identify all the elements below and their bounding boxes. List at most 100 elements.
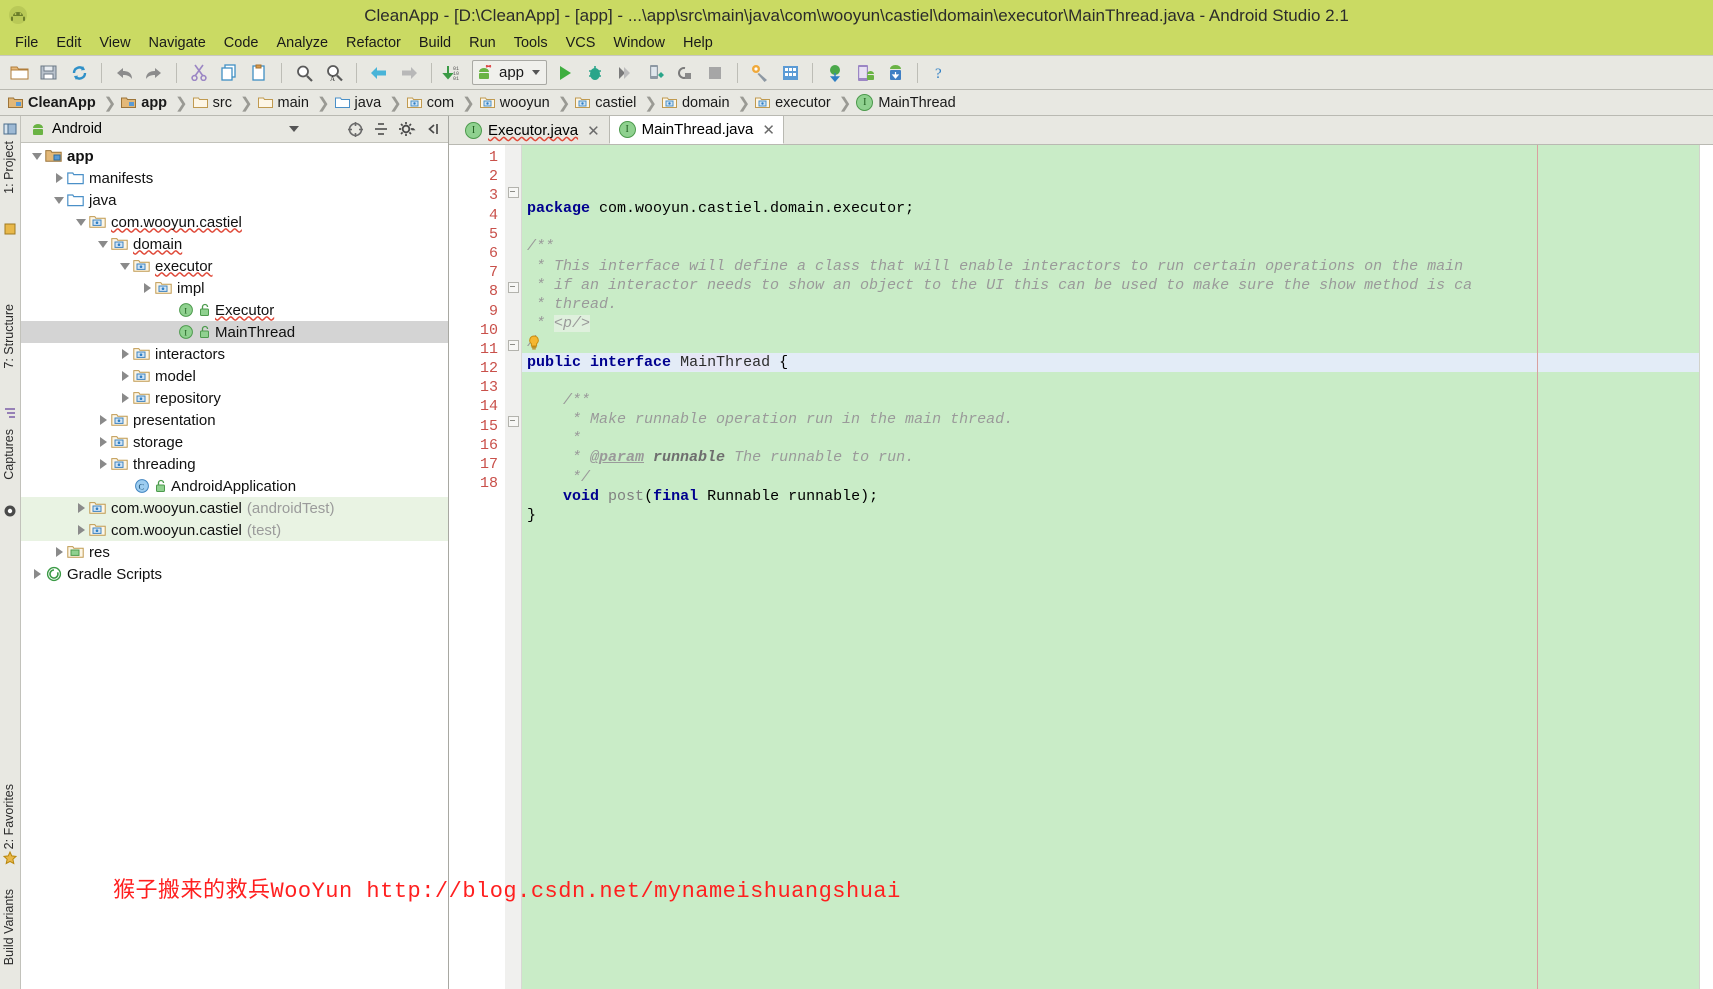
- sync-icon[interactable]: [64, 59, 94, 87]
- code-line[interactable]: * Make runnable operation run in the mai…: [522, 410, 1699, 429]
- code-line[interactable]: public interface MainThread {: [522, 353, 1699, 372]
- breadcrumb-item-executor[interactable]: executor: [753, 95, 833, 111]
- tree-item-com-wooyun-castiel[interactable]: com.wooyun.castiel(test): [21, 519, 448, 541]
- collapse-arrow-icon[interactable]: [95, 236, 111, 252]
- breadcrumb-item-castiel[interactable]: castiel: [573, 95, 638, 111]
- avd-device-icon[interactable]: [850, 59, 880, 87]
- expand-arrow-icon[interactable]: [117, 346, 133, 362]
- tree-item-storage[interactable]: storage: [21, 431, 448, 453]
- project-window-icon[interactable]: [3, 122, 17, 136]
- replace-icon[interactable]: A: [319, 59, 349, 87]
- sdk-download-icon[interactable]: [880, 59, 910, 87]
- close-icon[interactable]: ✕: [762, 121, 775, 139]
- menu-help[interactable]: Help: [674, 35, 722, 51]
- menu-window[interactable]: Window: [604, 35, 674, 51]
- menu-bar[interactable]: File Edit View Navigate Code Analyze Ref…: [0, 31, 1713, 55]
- instant-run-icon[interactable]: [640, 59, 670, 87]
- compile-icon[interactable]: 011001: [439, 59, 469, 87]
- expand-arrow-icon[interactable]: [73, 500, 89, 516]
- menu-navigate[interactable]: Navigate: [140, 35, 215, 51]
- tree-item-com-wooyun-castiel[interactable]: com.wooyun.castiel(androidTest): [21, 497, 448, 519]
- tree-item-domain[interactable]: domain: [21, 233, 448, 255]
- menu-analyze[interactable]: Analyze: [267, 35, 337, 51]
- menu-tools[interactable]: Tools: [505, 35, 557, 51]
- paste-icon[interactable]: [244, 59, 274, 87]
- expand-arrow-icon[interactable]: [95, 434, 111, 450]
- code-line[interactable]: */: [522, 468, 1699, 487]
- tool-window-project[interactable]: 1: Project: [0, 138, 19, 197]
- tree-item-com-wooyun-castiel[interactable]: com.wooyun.castiel: [21, 211, 448, 233]
- rerun-icon[interactable]: [670, 59, 700, 87]
- tree-item-mainthread[interactable]: IMainThread: [21, 321, 448, 343]
- tree-item-java[interactable]: java: [21, 189, 448, 211]
- help-icon[interactable]: ?: [925, 59, 955, 87]
- breadcrumb-item-wooyun[interactable]: wooyun: [478, 95, 552, 111]
- expand-arrow-icon[interactable]: [51, 544, 67, 560]
- tree-item-res[interactable]: res: [21, 541, 448, 563]
- tree-item-threading[interactable]: threading: [21, 453, 448, 475]
- code-line[interactable]: /: [522, 333, 1699, 352]
- code-line[interactable]: [522, 218, 1699, 237]
- tree-item-gradle-scripts[interactable]: Gradle Scripts: [21, 563, 448, 585]
- breadcrumb-item-cleanapp[interactable]: CleanApp: [6, 95, 98, 111]
- breadcrumb-item-app[interactable]: app: [119, 95, 169, 111]
- code-line[interactable]: * if an interactor needs to show an obje…: [522, 276, 1699, 295]
- find-icon[interactable]: [289, 59, 319, 87]
- target-icon[interactable]: [344, 119, 366, 139]
- code-line[interactable]: [522, 372, 1699, 391]
- close-icon[interactable]: ✕: [587, 122, 600, 140]
- captures-icon[interactable]: [3, 504, 17, 518]
- undo-icon[interactable]: [109, 59, 139, 87]
- breadcrumb-item-src[interactable]: src: [191, 95, 234, 111]
- cut-icon[interactable]: [184, 59, 214, 87]
- project-tree[interactable]: appmanifestsjavacom.wooyun.castieldomain…: [21, 143, 448, 989]
- collapse-arrow-icon[interactable]: [117, 258, 133, 274]
- sync-gradle-icon[interactable]: [820, 59, 850, 87]
- code-line[interactable]: * <p/>: [522, 314, 1699, 333]
- code-folding-gutter[interactable]: [505, 145, 522, 989]
- tree-item-interactors[interactable]: interactors: [21, 343, 448, 365]
- star-icon[interactable]: [3, 851, 17, 865]
- open-folder-icon[interactable]: [4, 59, 34, 87]
- expand-arrow-icon[interactable]: [139, 280, 155, 296]
- code-line[interactable]: * @param runnable The runnable to run.: [522, 448, 1699, 467]
- menu-edit[interactable]: Edit: [47, 35, 90, 51]
- menu-file[interactable]: File: [6, 35, 47, 51]
- redo-icon[interactable]: [139, 59, 169, 87]
- error-stripe-markers[interactable]: [1699, 145, 1713, 989]
- editor-tab-executor[interactable]: I Executor.java ✕: [455, 116, 609, 144]
- expand-arrow-icon[interactable]: [117, 390, 133, 406]
- expand-arrow-icon[interactable]: [95, 412, 111, 428]
- run-configuration-selector[interactable]: app: [472, 60, 547, 85]
- tool-window-favorites[interactable]: 2: Favorites: [0, 781, 19, 852]
- collapse-arrow-icon[interactable]: [73, 214, 89, 230]
- tree-item-repository[interactable]: repository: [21, 387, 448, 409]
- expand-arrow-icon[interactable]: [117, 368, 133, 384]
- tool-window-captures[interactable]: Captures: [0, 426, 19, 483]
- tool-window-build-variants[interactable]: Build Variants: [0, 886, 19, 968]
- code-line[interactable]: package com.wooyun.castiel.domain.execut…: [522, 199, 1699, 218]
- tree-item-executor[interactable]: IExecutor: [21, 299, 448, 321]
- chevron-down-icon[interactable]: [532, 70, 540, 75]
- forward-icon[interactable]: [394, 59, 424, 87]
- breadcrumb-item-java[interactable]: java: [333, 95, 384, 111]
- menu-run[interactable]: Run: [460, 35, 505, 51]
- menu-code[interactable]: Code: [215, 35, 268, 51]
- structure-icon[interactable]: [3, 406, 17, 420]
- layout-inspector-icon[interactable]: [3, 222, 17, 236]
- code-line[interactable]: *: [522, 429, 1699, 448]
- code-line[interactable]: }: [522, 506, 1699, 525]
- menu-view[interactable]: View: [90, 35, 139, 51]
- coverage-icon[interactable]: [610, 59, 640, 87]
- code-line[interactable]: * This interface will define a class tha…: [522, 257, 1699, 276]
- expand-arrow-icon[interactable]: [51, 170, 67, 186]
- project-view-selector[interactable]: Android: [25, 118, 340, 140]
- settings-gear-icon[interactable]: [396, 119, 418, 139]
- expand-arrow-icon[interactable]: [29, 566, 45, 582]
- collapse-arrow-icon[interactable]: [29, 148, 45, 164]
- code-editor[interactable]: 123456789101112131415161718 package com.…: [449, 145, 1713, 989]
- run-icon[interactable]: [550, 59, 580, 87]
- tree-item-presentation[interactable]: presentation: [21, 409, 448, 431]
- collapse-arrow-icon[interactable]: [51, 192, 67, 208]
- expand-arrow-icon[interactable]: [95, 456, 111, 472]
